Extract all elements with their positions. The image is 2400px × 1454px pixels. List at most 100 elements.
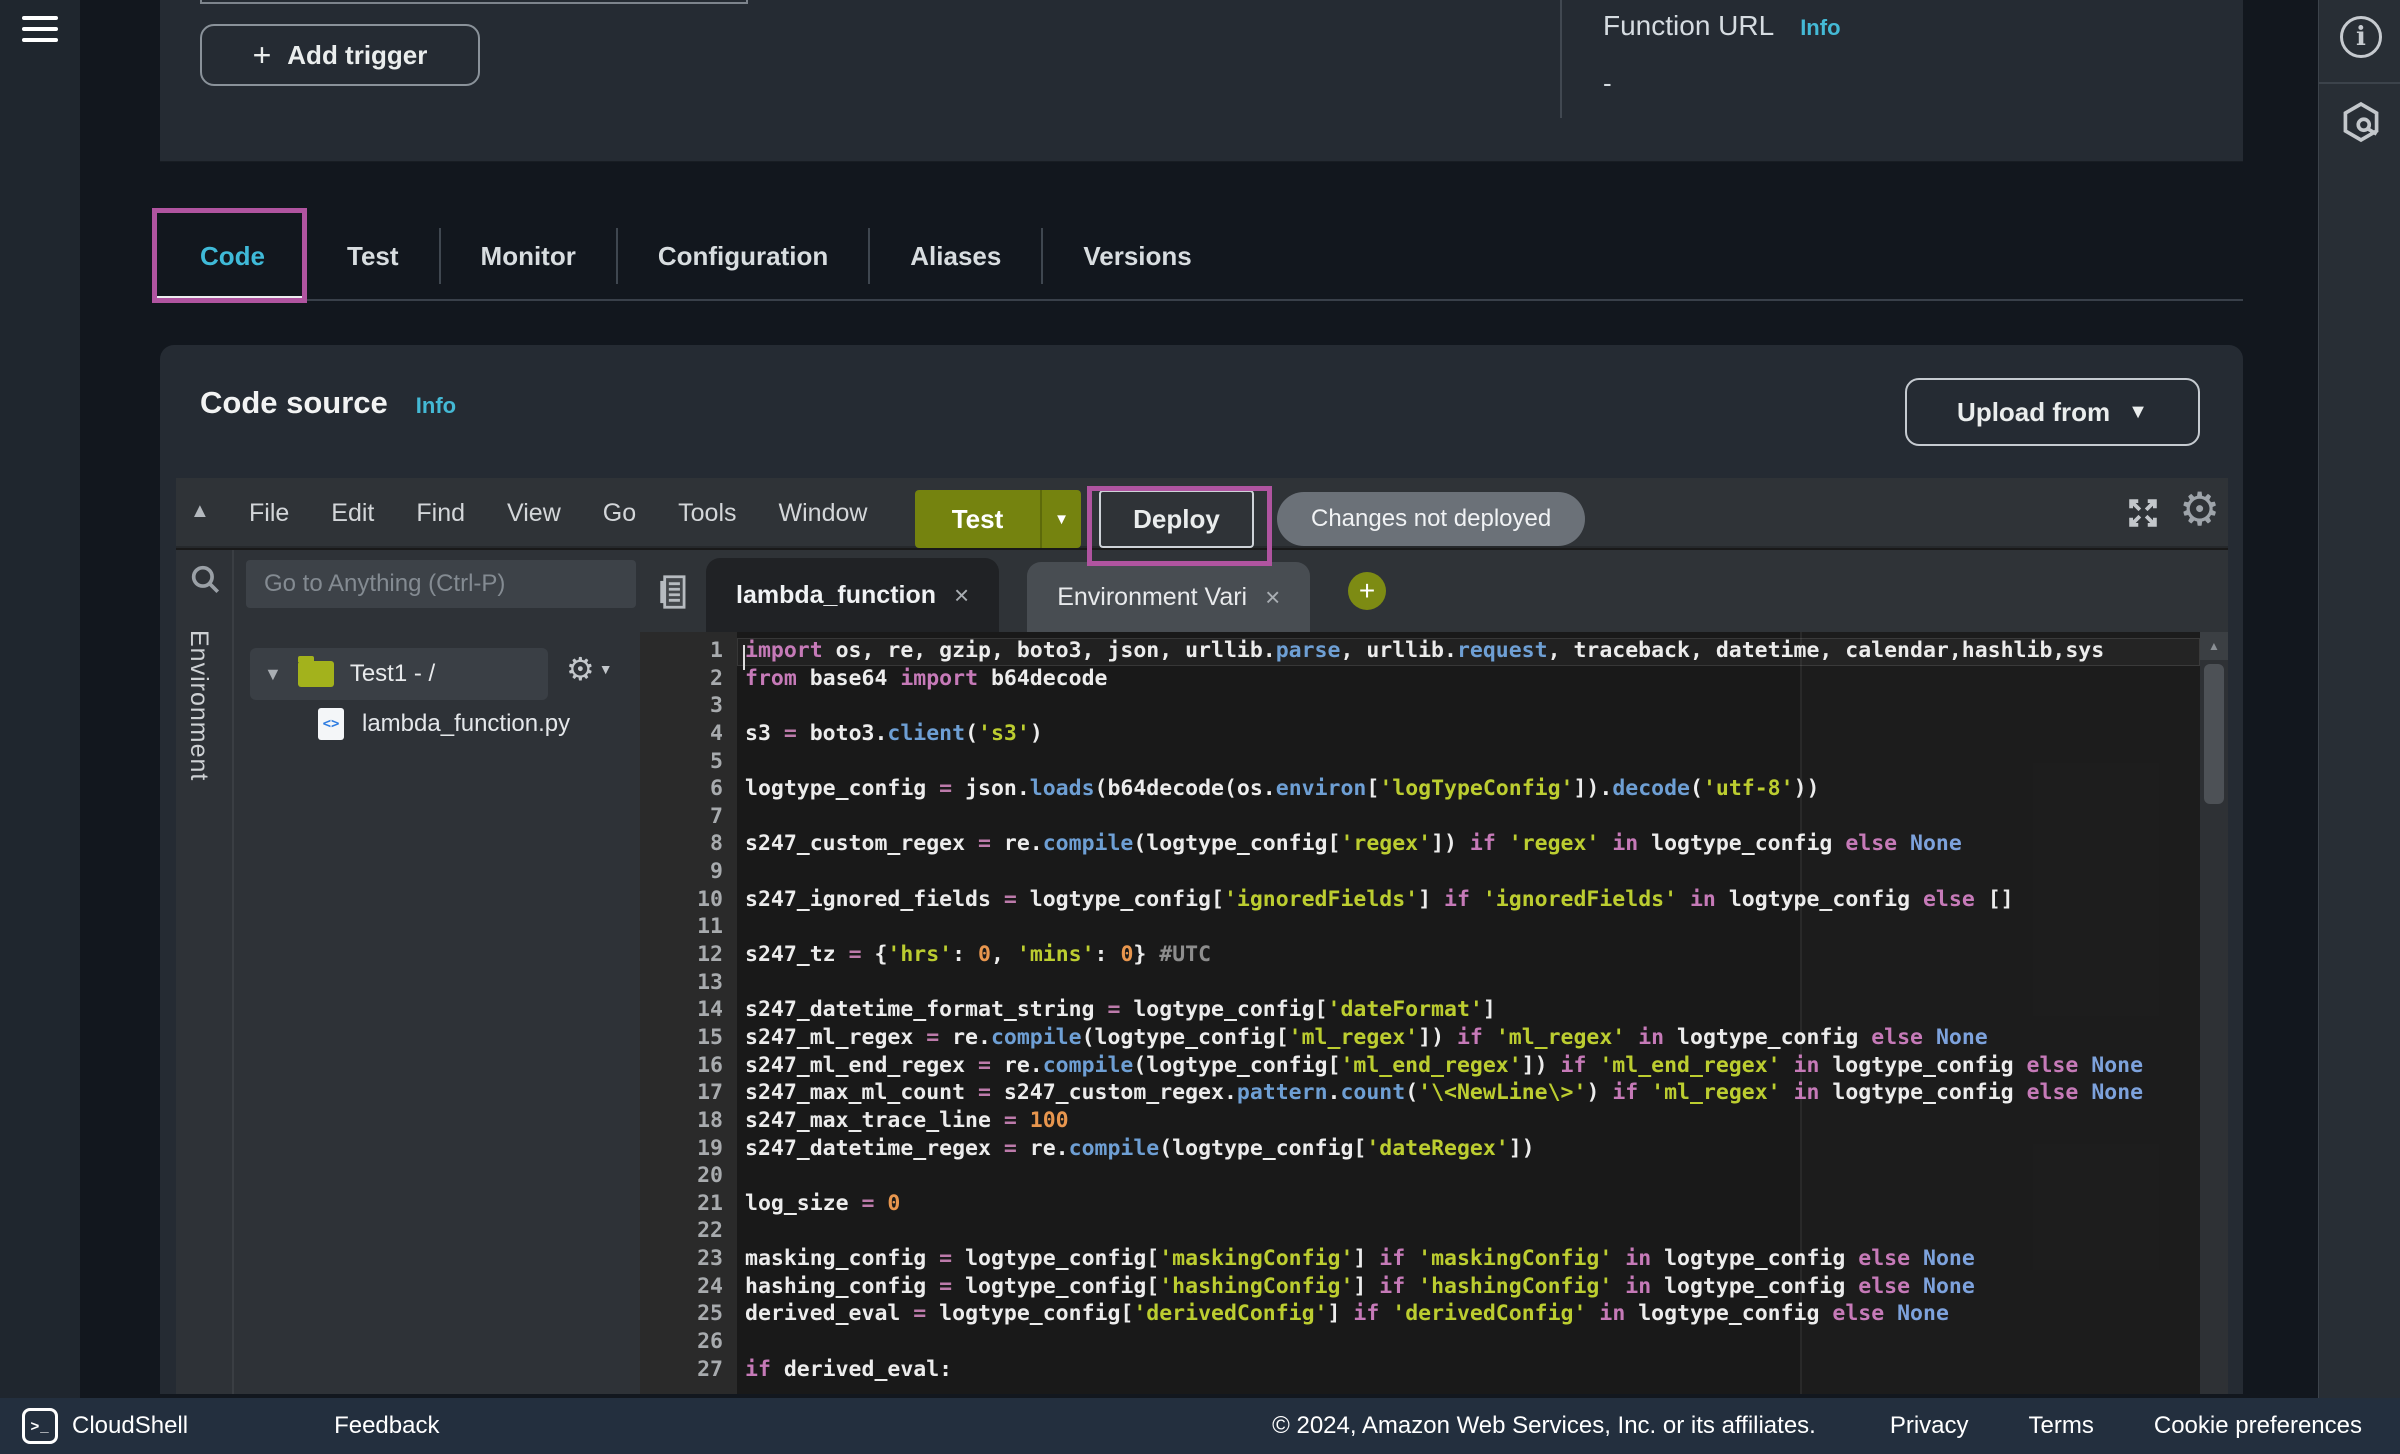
code-text[interactable]: s3 = boto3.client('s3') (745, 721, 1043, 746)
code-line[interactable]: 24 hashing_config = logtype_config['hashi… (640, 1274, 2200, 1302)
line-number[interactable]: 18 (640, 1108, 723, 1133)
code-line[interactable]: 27 if derived_eval: (640, 1357, 2200, 1385)
scrollbar-thumb[interactable] (2204, 664, 2224, 804)
add-trigger-button[interactable]: + Add trigger (200, 24, 480, 86)
new-tab-button[interactable]: + (1348, 572, 1386, 610)
test-split-button[interactable]: Test ▼ (915, 490, 1081, 548)
code-line[interactable]: 20 (640, 1163, 2200, 1191)
tree-expand-caret-icon[interactable]: ▼ (264, 664, 282, 685)
tab-code[interactable]: Code (160, 241, 305, 272)
code-line[interactable]: 9 (640, 859, 2200, 887)
code-text[interactable]: s247_tz = {'hrs': 0, 'mins': 0} #UTC (745, 942, 1211, 967)
code-line[interactable]: 4 s3 = boto3.client('s3') (640, 721, 2200, 749)
cloudshell-button[interactable]: >_ CloudShell (22, 1408, 188, 1444)
line-number[interactable]: 5 (640, 749, 723, 774)
code-line[interactable]: 26 (640, 1329, 2200, 1357)
code-line[interactable]: 12 s247_tz = {'hrs': 0, 'mins': 0} #UTC (640, 942, 2200, 970)
code-line[interactable]: 11 (640, 914, 2200, 942)
goto-anything-input[interactable] (246, 560, 636, 608)
tab-monitor[interactable]: Monitor (441, 241, 616, 272)
code-line[interactable]: 1 import os, re, gzip, boto3, json, urlli… (640, 638, 2200, 670)
line-number[interactable]: 3 (640, 693, 723, 718)
code-source-info-link[interactable]: Info (416, 393, 456, 419)
code-line[interactable]: 22 (640, 1218, 2200, 1246)
code-line[interactable]: 23 masking_config = logtype_config['maski… (640, 1246, 2200, 1274)
line-number[interactable]: 11 (640, 914, 723, 939)
tab-versions[interactable]: Versions (1043, 241, 1231, 272)
tab-aliases[interactable]: Aliases (870, 241, 1041, 272)
code-text[interactable]: s247_datetime_regex = re.compile(logtype… (745, 1136, 1535, 1161)
fullscreen-icon[interactable] (2124, 494, 2162, 532)
code-text[interactable]: if derived_eval: (745, 1357, 952, 1382)
line-number[interactable]: 25 (640, 1301, 723, 1326)
deploy-button[interactable]: Deploy (1099, 490, 1254, 548)
code-text[interactable]: s247_ml_end_regex = re.compile(logtype_c… (745, 1053, 2143, 1078)
code-line[interactable]: 8 s247_custom_regex = re.compile(logtype_… (640, 831, 2200, 859)
menu-edit[interactable]: Edit (310, 499, 395, 528)
code-text[interactable]: from base64 import b64decode (745, 666, 1107, 691)
menu-find[interactable]: Find (395, 499, 486, 528)
collapse-editor-icon[interactable]: ▲ (190, 500, 210, 523)
code-text[interactable]: import os, re, gzip, boto3, json, urllib… (745, 638, 2104, 663)
environment-panel-label[interactable]: Environment (184, 630, 213, 781)
line-number[interactable]: 20 (640, 1163, 723, 1188)
code-line[interactable]: 10 s247_ignored_fields = logtype_config['… (640, 887, 2200, 915)
code-line[interactable]: 13 (640, 970, 2200, 998)
code-text[interactable]: s247_max_ml_count = s247_custom_regex.pa… (745, 1080, 2143, 1105)
code-text[interactable]: log_size = 0 (745, 1191, 900, 1216)
line-number[interactable]: 4 (640, 721, 723, 746)
menu-view[interactable]: View (486, 499, 582, 528)
code-text[interactable]: s247_ml_regex = re.compile(logtype_confi… (745, 1025, 1988, 1050)
code-text[interactable]: s247_custom_regex = re.compile(logtype_c… (745, 831, 1962, 856)
tab-configuration[interactable]: Configuration (618, 241, 868, 272)
footer-link-cookie-preferences[interactable]: Cookie preferences (2154, 1412, 2362, 1440)
code-line[interactable]: 15 s247_ml_regex = re.compile(logtype_con… (640, 1025, 2200, 1053)
line-number[interactable]: 1 (640, 638, 723, 663)
close-tab-icon[interactable]: × (1265, 582, 1280, 613)
menu-file[interactable]: File (228, 499, 310, 528)
menu-tools[interactable]: Tools (657, 499, 757, 528)
editor-tab-lambda-function[interactable]: lambda_function × (706, 558, 1000, 632)
code-line[interactable]: 7 (640, 804, 2200, 832)
line-number[interactable]: 19 (640, 1136, 723, 1161)
line-number[interactable]: 13 (640, 970, 723, 995)
code-line[interactable]: 17 s247_max_ml_count = s247_custom_regex.… (640, 1080, 2200, 1108)
line-number[interactable]: 17 (640, 1080, 723, 1105)
line-number[interactable]: 21 (640, 1191, 723, 1216)
line-number[interactable]: 8 (640, 831, 723, 856)
code-text[interactable]: logtype_config = json.loads(b64decode(os… (745, 776, 1819, 801)
code-line[interactable]: 16 s247_ml_end_regex = re.compile(logtype… (640, 1053, 2200, 1081)
line-number[interactable]: 14 (640, 997, 723, 1022)
code-text[interactable]: s247_max_trace_line = 100 (745, 1108, 1069, 1133)
tree-settings-gear-icon[interactable]: ⚙ ▼ (566, 650, 613, 688)
tab-test[interactable]: Test (307, 241, 439, 272)
close-tab-icon[interactable]: × (954, 580, 969, 611)
code-line[interactable]: 25 derived_eval = logtype_config['derived… (640, 1301, 2200, 1329)
line-number[interactable]: 7 (640, 804, 723, 829)
line-number[interactable]: 12 (640, 942, 723, 967)
line-number[interactable]: 24 (640, 1274, 723, 1299)
line-number[interactable]: 9 (640, 859, 723, 884)
footer-link-privacy[interactable]: Privacy (1890, 1412, 1969, 1440)
test-button[interactable]: Test (915, 490, 1040, 548)
code-text[interactable]: hashing_config = logtype_config['hashing… (745, 1274, 1975, 1299)
vertical-scrollbar[interactable]: ▲ (2200, 632, 2228, 1394)
scroll-up-arrow-icon[interactable]: ▲ (2200, 632, 2228, 660)
line-number[interactable]: 26 (640, 1329, 723, 1354)
code-line[interactable]: 2 from base64 import b64decode (640, 666, 2200, 694)
tree-folder-row[interactable]: ▼ Test1 - / (250, 648, 548, 700)
hamburger-menu-icon[interactable] (22, 16, 58, 49)
line-number[interactable]: 16 (640, 1053, 723, 1078)
code-line[interactable]: 14 s247_datetime_format_string = logtype_… (640, 997, 2200, 1025)
line-number[interactable]: 27 (640, 1357, 723, 1382)
menu-go[interactable]: Go (582, 499, 657, 528)
line-number[interactable]: 15 (640, 1025, 723, 1050)
tree-file-row[interactable]: <> lambda_function.py (318, 708, 570, 740)
code-text[interactable]: masking_config = logtype_config['masking… (745, 1246, 1975, 1271)
code-line[interactable]: 21 log_size = 0 (640, 1191, 2200, 1219)
code-text[interactable]: s247_ignored_fields = logtype_config['ig… (745, 887, 2014, 912)
line-number[interactable]: 2 (640, 666, 723, 691)
code-text[interactable]: s247_datetime_format_string = logtype_co… (745, 997, 1496, 1022)
search-icon[interactable] (188, 562, 222, 596)
editor-settings-gear-icon[interactable]: ⚙ (2179, 482, 2220, 536)
